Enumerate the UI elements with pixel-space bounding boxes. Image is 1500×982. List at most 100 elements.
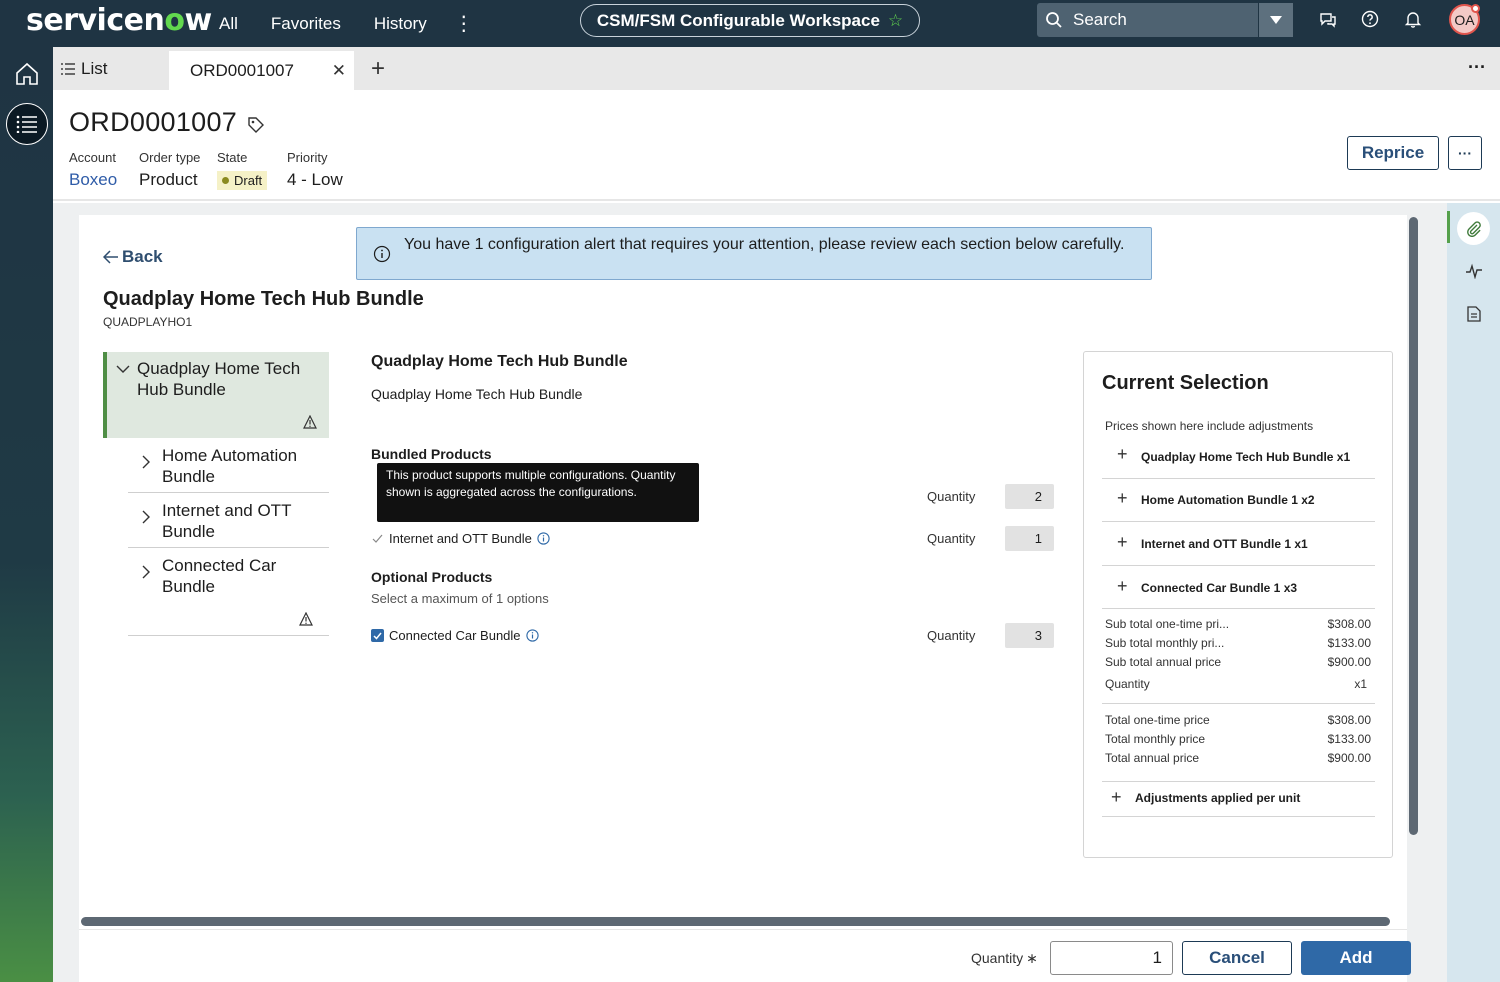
bundle-title: Quadplay Home Tech Hub Bundle [103,288,424,310]
price-value: x1 [1354,677,1367,691]
price-value: $133.00 [1327,636,1371,650]
price-row: Sub total annual price $900.00 [1105,655,1371,669]
activity-pulse-icon [1465,263,1482,279]
tab-order-record[interactable]: ORD0001007 ✕ [169,51,354,90]
help-icon[interactable] [1361,10,1379,28]
more-horizontal-icon[interactable]: ··· [1468,57,1486,78]
section-subtitle: Quadplay Home Tech Hub Bundle [371,386,583,402]
price-label: Quantity [1105,677,1150,691]
workspace-selector[interactable]: CSM/FSM Configurable Workspace ☆ [580,4,920,37]
account-link[interactable]: Boxeo [69,170,117,190]
field-account: Account Boxeo [69,150,117,190]
selection-item-label: Quadplay Home Tech Hub Bundle x1 [1141,450,1351,464]
current-selection-card: Current Selection Prices shown here incl… [1083,351,1393,858]
tag-icon[interactable] [247,116,265,134]
info-icon[interactable] [537,532,550,545]
optional-products-note: Select a maximum of 1 options [371,591,549,606]
quantity-input[interactable] [1050,941,1173,975]
tab-list[interactable]: List [61,59,107,79]
bell-icon[interactable] [1404,10,1422,28]
back-label: Back [122,247,163,266]
close-icon[interactable]: ✕ [332,61,346,81]
top-nav-menu: All Favorites History ⋮ [219,0,507,47]
expand-plus-icon[interactable]: + [1117,532,1128,553]
global-search[interactable]: Search [1037,3,1293,37]
record-title: ORD0001007 [69,107,238,137]
quantity-stepper-home-automation[interactable]: 2 [1005,484,1054,509]
search-input[interactable]: Search [1073,10,1258,30]
warning-icon [303,415,317,429]
info-icon[interactable] [525,629,539,642]
document-button[interactable] [1457,297,1490,330]
chevron-down-icon[interactable] [116,362,130,376]
section-title: Quadplay Home Tech Hub Bundle [371,353,628,370]
chevron-right-icon[interactable] [140,565,152,579]
paperclip-icon [1466,220,1481,237]
price-row: Quantity x1 [1105,677,1367,691]
chat-icon[interactable] [1319,10,1337,28]
field-state: State Draft [217,150,268,190]
vertical-dots-icon[interactable]: ⋮ [454,11,474,36]
list-icon [16,115,37,133]
expand-plus-icon[interactable]: + [1117,576,1128,597]
servicenow-logo[interactable]: servicenow [26,3,212,38]
checkmark-icon [372,534,383,543]
price-label: Sub total one-time pri... [1105,617,1230,631]
tree-item-home-automation[interactable]: Home Automation Bundle [128,445,329,493]
attachments-button[interactable] [1457,212,1490,245]
vertical-scrollbar[interactable] [1409,217,1418,835]
product-name: Connected Car Bundle [389,628,521,643]
expand-plus-icon[interactable]: + [1117,488,1128,509]
product-row-connected-car: Connected Car Bundle [371,628,539,643]
adjustments-expander[interactable]: + Adjustments applied per unit [1102,781,1375,817]
quantity-stepper-connected-car[interactable]: 3 [1005,623,1054,648]
expand-plus-icon[interactable]: + [1117,444,1128,465]
configuration-alert: You have 1 configuration alert that requ… [356,227,1152,280]
tree-item-root-bundle[interactable]: Quadplay Home Tech Hub Bundle [103,352,329,438]
tree-item-internet-ott[interactable]: Internet and OTT Bundle [128,500,329,548]
field-priority: Priority 4 - Low [287,150,343,190]
tree-item-label: Internet and OTT Bundle [162,501,292,541]
price-label: Total monthly price [1105,732,1206,746]
bundle-code: QUADPLAYHO1 [103,315,193,329]
list-menu-button[interactable] [6,103,48,145]
field-order-type: Order type Product [139,150,200,190]
field-value: 4 - Low [287,170,343,189]
back-link[interactable]: Back [103,247,163,267]
star-icon[interactable]: ☆ [888,11,903,31]
nav-favorites[interactable]: Favorites [271,14,341,34]
selection-item-connected-car[interactable]: + Connected Car Bundle 1 x3 [1102,566,1375,609]
selection-item-home-automation[interactable]: + Home Automation Bundle 1 x2 [1102,479,1375,522]
search-scope-dropdown[interactable] [1258,3,1293,37]
price-value: $900.00 [1327,751,1371,765]
bundled-products-heading: Bundled Products [371,446,492,462]
reprice-button[interactable]: Reprice [1347,136,1439,170]
add-tab-icon[interactable]: + [371,55,385,83]
selection-item-internet-ott[interactable]: + Internet and OTT Bundle 1 x1 [1102,522,1375,566]
quantity-stepper-internet-ott[interactable]: 1 [1005,526,1054,551]
tree-item-connected-car[interactable]: Connected Car Bundle [128,555,329,636]
price-value: $308.00 [1327,713,1371,727]
more-actions-button[interactable]: ··· [1448,136,1482,170]
price-value: $133.00 [1327,732,1371,746]
current-selection-title: Current Selection [1102,372,1269,394]
add-button[interactable]: Add [1301,941,1411,975]
nav-history[interactable]: History [374,14,427,34]
expand-plus-icon[interactable]: + [1111,787,1122,808]
selection-item-quadplay[interactable]: + Quadplay Home Tech Hub Bundle x1 [1102,438,1375,479]
optional-products-heading: Optional Products [371,569,493,585]
active-indicator [1447,211,1450,243]
quantity-label: Quantity [927,628,976,643]
quantity-label: Quantity [927,489,976,504]
checkbox-checked[interactable] [371,629,384,642]
divider [1102,703,1375,704]
horizontal-scrollbar[interactable] [81,917,1390,926]
selection-item-label: Home Automation Bundle 1 x2 [1141,493,1315,507]
cancel-button[interactable]: Cancel [1182,941,1292,975]
nav-all[interactable]: All [219,14,238,34]
chevron-right-icon[interactable] [140,455,152,469]
home-icon[interactable] [14,61,40,87]
activity-button[interactable] [1457,254,1490,287]
chevron-right-icon[interactable] [140,510,152,524]
field-label: Order type [139,150,201,165]
